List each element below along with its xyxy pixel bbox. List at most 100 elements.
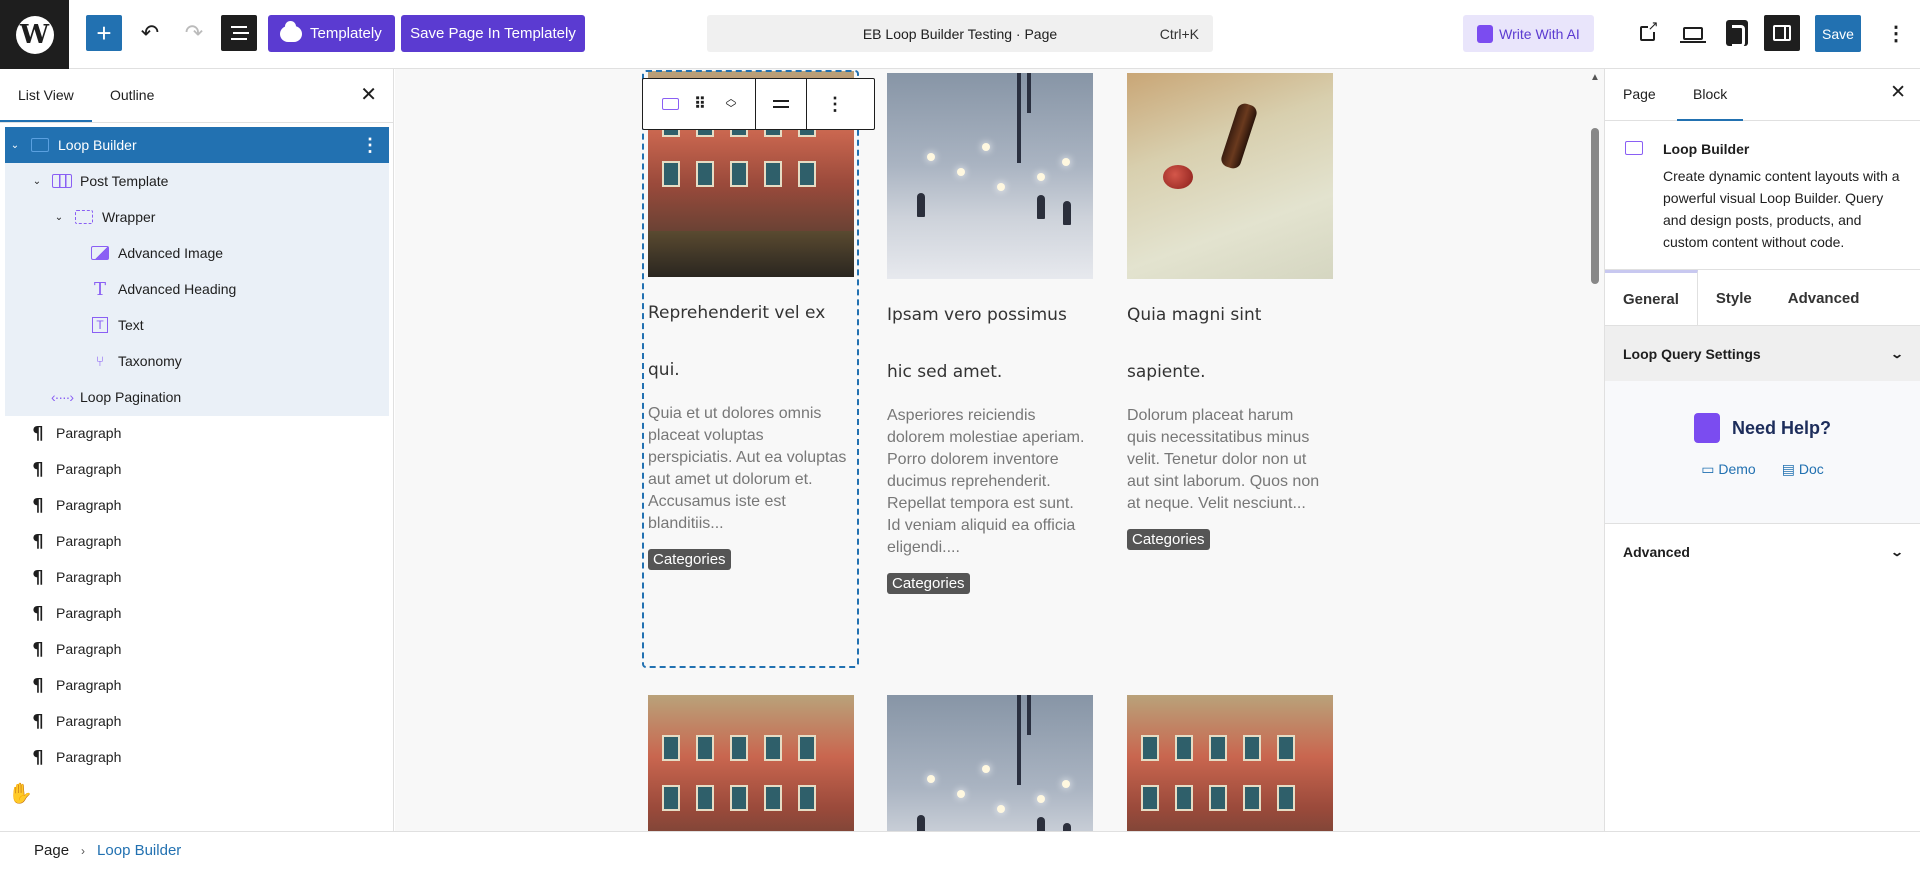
templately-label: Templately — [310, 25, 382, 42]
loop-builder-block-button[interactable] — [657, 79, 683, 129]
text-icon: T — [90, 316, 110, 334]
post-image — [1127, 695, 1333, 831]
tree-item-taxonomy[interactable]: ⑂ Taxonomy — [0, 343, 393, 379]
essential-blocks-button[interactable] — [1719, 15, 1755, 51]
templately-button[interactable]: Templately — [268, 15, 395, 52]
list-item[interactable]: ¶ Paragraph — [0, 703, 393, 739]
post-template-icon — [52, 172, 72, 190]
post-card[interactable]: Ipsam vero possimus hic sed amet. Asperior… — [887, 73, 1093, 594]
device-preview-button[interactable] — [1675, 15, 1711, 51]
tree-item-label: Paragraph — [56, 569, 122, 585]
paragraph-icon: ¶ — [32, 746, 44, 768]
block-toolbar: ⠿ ︿ ﹀ ⋮ — [642, 78, 875, 130]
move-up-down-buttons[interactable]: ︿ ﹀ — [717, 79, 745, 129]
paragraph-icon: ¶ — [32, 566, 44, 588]
block-tree: ⌄ Loop Builder ⋮ ⌄ Post Template ⌄ Wrapper Adva… — [0, 123, 393, 775]
command-palette-bar[interactable]: EB Loop Builder Testing · Page Ctrl+K — [707, 15, 1213, 52]
list-item[interactable]: ¶ Paragraph — [0, 739, 393, 775]
list-item[interactable]: ¶ Paragraph — [0, 667, 393, 703]
block-breadcrumb: Page › Loop Builder — [0, 831, 1920, 869]
tree-item-wrapper[interactable]: ⌄ Wrapper — [0, 199, 393, 235]
save-page-in-templately-button[interactable]: Save Page In Templately — [401, 15, 585, 52]
post-card[interactable] — [648, 695, 854, 831]
post-image — [648, 695, 854, 831]
demo-link[interactable]: ▭ Demo — [1701, 461, 1755, 478]
tree-item-label: Post Template — [80, 173, 169, 189]
chevron-down-icon: ⌄ — [1889, 346, 1905, 361]
chevron-down-icon[interactable]: ⌄ — [54, 212, 64, 223]
post-heading-line: hic sed amet. — [887, 362, 1003, 382]
paragraph-icon: ¶ — [32, 530, 44, 552]
tree-item-label: Loop Builder — [58, 137, 137, 153]
demo-label: Demo — [1718, 461, 1756, 477]
block-settings-panel: Page Block ✕ Loop Builder Create dynamic… — [1604, 69, 1920, 831]
sidebar-icon — [1773, 25, 1791, 41]
options-menu-button[interactable]: ⋮ — [1878, 15, 1914, 51]
block-options-button[interactable]: ⋮ — [807, 79, 863, 129]
list-item[interactable]: ¶ Paragraph — [0, 487, 393, 523]
list-item[interactable]: ¶ Paragraph — [0, 559, 393, 595]
scroll-up-icon[interactable]: ▲ — [1590, 72, 1600, 83]
doc-link[interactable]: ▤ Doc — [1782, 461, 1824, 478]
loop-query-settings-label: Loop Query Settings — [1623, 345, 1761, 362]
tree-item-post-template[interactable]: ⌄ Post Template — [0, 163, 393, 199]
list-item[interactable]: ¶ Paragraph — [0, 415, 393, 451]
doc-label: Doc — [1798, 461, 1824, 477]
post-excerpt: Asperiores reiciendis dolorem molestiae … — [887, 407, 1085, 556]
breadcrumb-page[interactable]: Page — [34, 842, 69, 859]
redo-button[interactable]: ↷ — [176, 15, 212, 51]
tree-item-advanced-heading[interactable]: T Advanced Heading — [0, 271, 393, 307]
list-view-tabs: List View Outline ✕ — [0, 69, 393, 123]
tab-outline[interactable]: Outline — [110, 87, 154, 103]
tab-general[interactable]: General — [1605, 270, 1698, 326]
wordpress-logo-button[interactable]: W — [0, 0, 69, 69]
chevron-down-icon[interactable]: ⌄ — [32, 176, 42, 187]
redo-icon: ↷ — [184, 20, 204, 45]
settings-tabs: Page Block ✕ — [1605, 69, 1920, 121]
block-name: Loop Builder — [1663, 141, 1750, 157]
write-with-ai-label: Write With AI — [1499, 25, 1580, 42]
tab-style[interactable]: Style — [1698, 270, 1770, 326]
list-item[interactable]: ¶ Paragraph — [0, 523, 393, 559]
list-item[interactable]: ¶ Paragraph — [0, 631, 393, 667]
close-icon[interactable]: ✕ — [360, 82, 377, 107]
close-icon[interactable]: ✕ — [1890, 81, 1906, 104]
more-vertical-icon[interactable]: ⋮ — [361, 135, 379, 156]
undo-button[interactable]: ↶ — [132, 15, 168, 51]
wrapper-icon — [74, 208, 94, 226]
loop-query-settings-panel[interactable]: Loop Query Settings ⌄ — [1605, 325, 1920, 381]
need-help-title: Need Help? — [1731, 417, 1832, 438]
post-card[interactable] — [887, 695, 1093, 831]
tree-item-label: Paragraph — [56, 713, 122, 729]
templately-cloud-icon — [280, 20, 302, 42]
chevron-down-icon[interactable]: ⌄ — [10, 140, 20, 151]
document-overview-button[interactable] — [221, 15, 257, 51]
write-with-ai-button[interactable]: Write With AI — [1463, 15, 1594, 52]
drag-handle[interactable]: ⠿ — [683, 79, 717, 129]
tab-page[interactable]: Page — [1623, 86, 1656, 102]
align-button[interactable] — [756, 79, 806, 129]
canvas-scrollbar[interactable]: ▲ — [1590, 72, 1600, 828]
category-badge[interactable]: Categories — [887, 573, 970, 594]
settings-sidebar-toggle[interactable] — [1764, 15, 1800, 51]
list-item[interactable]: ¶ Paragraph — [0, 595, 393, 631]
category-badge[interactable]: Categories — [1127, 529, 1210, 550]
tab-advanced[interactable]: Advanced — [1770, 270, 1878, 326]
save-button[interactable]: Save — [1815, 15, 1861, 52]
eb-settings-tabs: General Style Advanced — [1605, 269, 1920, 326]
tree-item-advanced-image[interactable]: Advanced Image — [0, 235, 393, 271]
view-page-button[interactable] — [1629, 15, 1665, 51]
post-card[interactable]: Quia magni sint sapiente. Dolorum placeat … — [1127, 73, 1333, 550]
advanced-panel[interactable]: Advanced ⌄ — [1605, 523, 1920, 579]
tree-item-text[interactable]: T Text — [0, 307, 393, 343]
add-block-button[interactable]: + — [86, 15, 122, 51]
tab-list-view[interactable]: List View — [0, 87, 92, 122]
scrollbar-thumb[interactable] — [1591, 128, 1599, 284]
post-card[interactable] — [1127, 695, 1333, 831]
hand-cursor-icon: ✋ — [8, 783, 33, 805]
tab-block[interactable]: Block — [1676, 86, 1744, 121]
list-item[interactable]: ¶ Paragraph — [0, 451, 393, 487]
breadcrumb-current[interactable]: Loop Builder — [97, 842, 181, 859]
tree-item-loop-pagination[interactable]: ‹····› Loop Pagination — [0, 379, 393, 415]
tree-item-loop-builder[interactable]: ⌄ Loop Builder ⋮ — [5, 127, 389, 163]
